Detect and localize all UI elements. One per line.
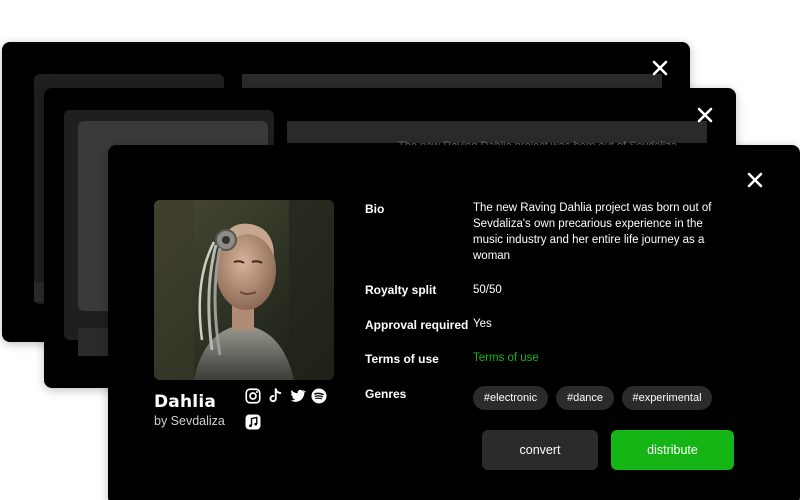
terms-of-use-link[interactable]: Terms of use xyxy=(473,352,539,364)
distribute-button[interactable]: distribute xyxy=(611,430,734,470)
bio-label: Bio xyxy=(365,202,385,216)
bio-value: The new Raving Dahlia project was born o… xyxy=(473,202,712,262)
genre-tag-electronic[interactable]: #electronic xyxy=(473,386,548,410)
ghost-line xyxy=(78,328,108,356)
royalty-split-value: 50/50 xyxy=(473,284,502,296)
approval-required-value: Yes xyxy=(473,318,492,330)
spotify-icon[interactable] xyxy=(310,387,328,405)
close-icon[interactable] xyxy=(743,168,767,192)
genre-tag-dance[interactable]: #dance xyxy=(556,386,614,410)
royalty-split-label: Royalty split xyxy=(365,283,437,297)
close-icon[interactable] xyxy=(693,103,717,127)
terms-of-use-label: Terms of use xyxy=(365,352,439,366)
genre-tag-experimental[interactable]: #experimental xyxy=(622,386,712,410)
tiktok-icon[interactable] xyxy=(266,387,284,405)
terms-of-use-value: Terms of use xyxy=(473,350,539,366)
release-card: Dahlia by Sevdaliza Bio The new Raving D… xyxy=(108,145,800,500)
stage: The new Raving Dahlia project was born o… xyxy=(0,0,800,500)
artist-name: by Sevdaliza xyxy=(154,414,225,428)
genres-label: Genres xyxy=(365,387,407,401)
apple-music-icon[interactable] xyxy=(244,413,262,431)
instagram-icon[interactable] xyxy=(244,387,262,405)
twitter-icon[interactable] xyxy=(288,387,306,405)
close-icon[interactable] xyxy=(648,56,672,80)
approval-required-label: Approval required xyxy=(365,318,469,332)
release-title: Dahlia xyxy=(154,392,217,412)
album-cover-image xyxy=(154,200,334,380)
convert-button[interactable]: convert xyxy=(482,430,598,470)
